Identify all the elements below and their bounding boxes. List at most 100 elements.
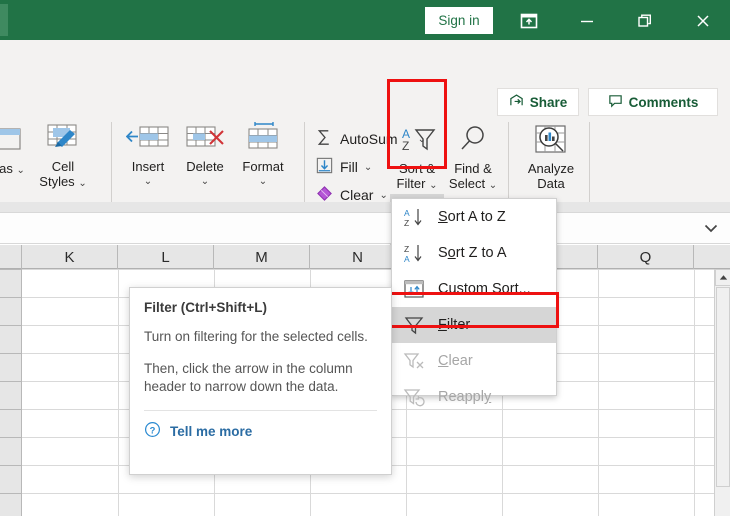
grid-row-line: [22, 493, 714, 494]
column-header-row: KLMNOPQ: [0, 245, 730, 269]
tell-me-more-link[interactable]: ? Tell me more: [144, 421, 377, 441]
sort-filter-icon: A Z: [390, 122, 444, 158]
menu-item-filter[interactable]: Filter: [392, 307, 556, 343]
chevron-down-icon[interactable]: ⌄: [364, 162, 372, 173]
svg-text:Z: Z: [404, 244, 409, 254]
menu-item-label: Clear: [438, 353, 473, 369]
select-all-corner[interactable]: [0, 245, 22, 269]
comment-bubble-icon: [608, 93, 623, 111]
title-bar-left-stub: [0, 4, 8, 36]
row-header-separator: [0, 325, 22, 326]
custom-sort-icon: [402, 277, 426, 301]
column-header-l[interactable]: L: [118, 245, 214, 269]
column-header-q[interactable]: Q: [598, 245, 694, 269]
fill-icon: [315, 156, 334, 178]
menu-item-label: Filter: [438, 317, 471, 333]
clear-filter-icon: [402, 349, 426, 373]
find-and-select-button[interactable]: Find & Select ⌄: [444, 122, 502, 193]
sort-z-to-a-icon: ZA: [402, 241, 426, 265]
formula-input[interactable]: [4, 214, 704, 243]
format-button[interactable]: Format ⌄: [232, 120, 294, 189]
reapply-icon: [402, 385, 426, 409]
format-as-table-label: as: [0, 161, 13, 176]
share-label: Share: [529, 94, 568, 110]
filter-tooltip: Filter (Ctrl+Shift+L) Turn on filtering …: [129, 287, 392, 475]
filter-icon: [402, 313, 426, 337]
chevron-down-icon[interactable]: ⌄: [379, 190, 387, 201]
row-header-column: [0, 269, 22, 516]
scroll-up-arrow-icon[interactable]: [715, 269, 730, 286]
menu-item-clear: Clear: [392, 343, 556, 379]
insert-button[interactable]: Insert ⌄: [118, 120, 178, 189]
svg-text:Z: Z: [404, 218, 409, 228]
help-question-icon: ?: [144, 421, 161, 441]
row-header-separator: [0, 297, 22, 298]
analyze-data-button[interactable]: Analyze Data: [518, 122, 584, 191]
formula-bar-spacer: [0, 202, 730, 212]
row-header-separator: [0, 409, 22, 410]
title-bar: Sign in: [0, 0, 730, 40]
cell-styles-label-2: Styles: [39, 174, 75, 189]
tell-me-more-label: Tell me more: [170, 423, 253, 439]
ribbon-display-options-icon[interactable]: [512, 8, 546, 34]
row-header-separator: [0, 269, 22, 270]
cell-styles-button[interactable]: Cell Styles ⌄: [24, 120, 102, 191]
format-label: Format: [242, 159, 284, 174]
ribbon: Share Comments as ⌄ Cell Styles ⌄ Insert…: [0, 40, 730, 278]
menu-item-label: Sort Z to A: [438, 245, 507, 261]
comments-label: Comments: [628, 94, 699, 110]
insert-label: Insert: [131, 159, 165, 174]
sort-filter-dropdown-menu: A Z Sort A to Z Z A Sort Z to A Custom Sort...…: [391, 198, 557, 407]
formula-bar: [0, 212, 730, 244]
expand-formula-bar-button[interactable]: [700, 213, 722, 243]
svg-text:A: A: [404, 254, 410, 264]
delete-button[interactable]: Delete ⌄: [175, 120, 235, 189]
chevron-down-icon[interactable]: ⌄: [429, 180, 437, 191]
excel-window: Sign in Share Comments as ⌄ Cell Styles …: [0, 0, 730, 516]
tooltip-divider: [144, 410, 377, 411]
grid-column-line: [118, 269, 119, 516]
menu-item-label: Reapply: [438, 389, 492, 405]
chevron-down-icon[interactable]: ⌄: [118, 174, 178, 189]
column-header-k[interactable]: K: [22, 245, 118, 269]
vertical-scrollbar-thumb[interactable]: [716, 287, 730, 487]
share-icon: [509, 93, 524, 111]
menu-item-sort-z-to-a[interactable]: Z A Sort Z to A: [392, 235, 556, 271]
chevron-down-icon[interactable]: ⌄: [489, 180, 497, 191]
menu-item-sort-a-to-z[interactable]: A Z Sort A to Z: [392, 199, 556, 235]
chevron-down-icon[interactable]: ⌄: [175, 174, 235, 189]
format-cells-icon: [232, 120, 294, 156]
autosum-label: AutoSum: [340, 131, 398, 147]
chevron-down-icon: [704, 224, 718, 233]
restore-icon[interactable]: [628, 8, 662, 34]
analyze-data-icon: [518, 122, 584, 158]
row-header-separator: [0, 465, 22, 466]
insert-cells-icon: [118, 120, 178, 156]
menu-item-custom-sort[interactable]: Custom Sort...: [392, 271, 556, 307]
row-header-separator: [0, 353, 22, 354]
cell-styles-icon: [24, 120, 102, 156]
chevron-down-icon[interactable]: ⌄: [232, 174, 294, 189]
analyze-data-label-2: Data: [537, 176, 565, 191]
svg-text:Z: Z: [402, 139, 409, 153]
column-header-m[interactable]: M: [214, 245, 310, 269]
svg-text:?: ?: [150, 425, 156, 436]
find-select-label-2: Select: [448, 176, 486, 191]
fill-button[interactable]: Fill ⌄: [315, 156, 372, 178]
analyze-data-label-1: Analyze: [527, 161, 575, 176]
vertical-scrollbar[interactable]: [714, 269, 730, 516]
find-select-label-1: Find &: [454, 161, 492, 176]
menu-item-reapply: Reapply: [392, 379, 556, 415]
sort-a-to-z-icon: AZ: [402, 205, 426, 229]
delete-label: Delete: [186, 159, 224, 174]
row-header-separator: [0, 437, 22, 438]
sort-and-filter-button[interactable]: A Z Sort & Filter ⌄: [390, 122, 444, 193]
grid-row-line: [22, 269, 714, 270]
menu-item-label: Custom Sort...: [438, 281, 531, 297]
tooltip-paragraph-1: Turn on filtering for the selected cells…: [144, 329, 368, 344]
sign-in-button[interactable]: Sign in: [425, 7, 493, 34]
close-icon[interactable]: [686, 8, 720, 34]
chevron-down-icon[interactable]: ⌄: [78, 178, 86, 189]
grid-column-line: [598, 269, 599, 516]
minimize-icon[interactable]: [570, 8, 604, 34]
